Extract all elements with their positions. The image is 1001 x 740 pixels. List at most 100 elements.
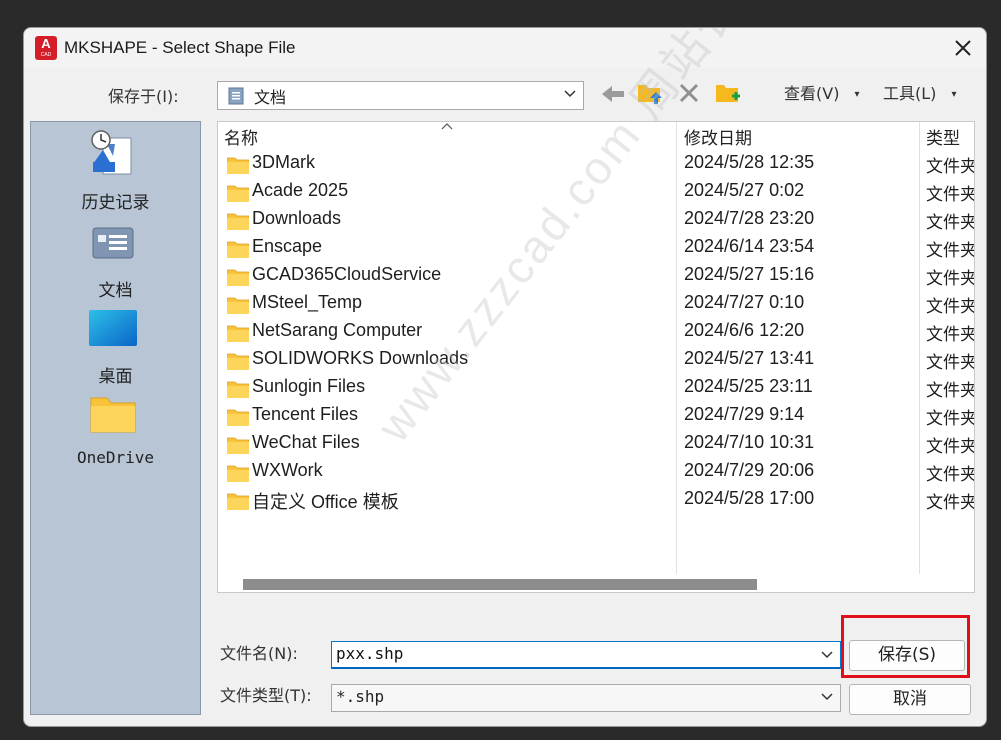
history-icon [91, 130, 132, 175]
file-type: 文件夹 [926, 157, 975, 177]
file-type: 文件夹 [926, 465, 975, 485]
autocad-app-icon: A CAD [35, 36, 57, 60]
file-type: 文件夹 [926, 325, 975, 345]
dropdown-caret-icon: ▾ [854, 89, 860, 100]
column-header-type[interactable]: 类型 [926, 124, 960, 149]
folder-icon [227, 297, 249, 314]
file-date: 2024/7/10 10:31 [684, 432, 815, 452]
place-history-label: 历史记录 [81, 193, 150, 213]
folder-icon [227, 465, 249, 482]
file-row[interactable]: Enscape 2024/6/14 23:54 文件夹 [218, 234, 975, 262]
folder-icon [227, 325, 249, 342]
file-type: 文件夹 [926, 241, 975, 261]
app-icon-letter: A [41, 36, 51, 51]
file-row[interactable]: GCAD365CloudService 2024/5/27 15:16 文件夹 [218, 262, 974, 290]
file-date: 2024/6/6 12:20 [684, 320, 805, 340]
file-row[interactable]: 自定义 Office 模板 2024/5/28 17:00 文件夹 [218, 486, 975, 514]
filename-label: 文件名(N): [220, 644, 298, 663]
file-date: 2024/7/27 0:10 [684, 292, 805, 312]
places-bar: 历史记录 文档 桌面 OneDrive [30, 121, 201, 715]
place-desktop[interactable]: 桌面 [31, 304, 200, 390]
select-shape-file-dialog: A CAD MKSHAPE - Select Shape File 保存于(I)… [23, 27, 987, 727]
file-type: 文件夹 [926, 297, 975, 317]
filename-input[interactable]: pxx.shp [331, 641, 841, 669]
create-new-folder-button[interactable] [714, 80, 742, 106]
folder-icon [227, 269, 249, 286]
file-row[interactable]: WXWork 2024/7/29 20:06 文件夹 [218, 458, 975, 486]
tools-menu-label: 工具(L) [883, 84, 937, 103]
file-row[interactable]: WeChat Files 2024/7/10 10:31 文件夹 [218, 430, 975, 458]
place-desktop-label: 桌面 [98, 367, 133, 387]
close-icon [955, 40, 971, 56]
folder-icon [227, 493, 249, 510]
folder-icon [227, 213, 249, 230]
chevron-down-icon[interactable] [820, 650, 834, 660]
file-row[interactable]: Tencent Files 2024/7/29 9:14 文件夹 [218, 402, 975, 430]
chevron-down-icon [564, 90, 576, 98]
file-name: SOLIDWORKS Downloads [252, 348, 469, 368]
folder-icon [227, 185, 249, 202]
file-type: 文件夹 [926, 493, 975, 513]
delete-icon [679, 83, 699, 103]
dropdown-caret-icon: ▾ [951, 89, 957, 100]
file-name: Sunlogin Files [252, 376, 366, 396]
back-arrow-icon [602, 86, 624, 102]
file-row[interactable]: MSteel_Temp 2024/7/27 0:10 文件夹 [218, 290, 975, 318]
up-folder-icon [638, 85, 662, 104]
onedrive-folder-icon [90, 397, 136, 433]
file-date: 2024/5/28 12:35 [684, 152, 815, 172]
file-name: Downloads [252, 208, 342, 228]
file-row[interactable]: Acade 2025 2024/5/27 0:02 文件夹 [218, 178, 975, 206]
file-row[interactable]: Sunlogin Files 2024/5/25 23:11 文件夹 [218, 374, 975, 402]
file-type: 文件夹 [926, 185, 975, 205]
folder-icon [227, 353, 249, 370]
file-name: Tencent Files [252, 404, 359, 424]
place-history[interactable]: 历史记录 [31, 130, 200, 216]
folder-icon [227, 409, 249, 426]
document-icon [228, 87, 244, 105]
delete-button[interactable] [678, 82, 700, 104]
back-button[interactable] [600, 83, 626, 105]
close-button[interactable] [952, 37, 974, 59]
title-bar: A CAD MKSHAPE - Select Shape File [24, 28, 986, 68]
folder-icon [227, 241, 249, 258]
place-documents-label: 文档 [98, 281, 133, 301]
file-name: 3DMark [252, 152, 316, 172]
window-title: MKSHAPE - Select Shape File [64, 38, 296, 57]
save-in-dropdown[interactable]: 文档 [217, 81, 584, 110]
file-type: 文件夹 [926, 353, 975, 373]
folder-icon [227, 157, 249, 174]
up-one-level-button[interactable] [636, 80, 664, 106]
file-name: NetSarang Computer [252, 320, 423, 340]
file-type: 文件夹 [926, 381, 975, 401]
place-documents[interactable]: 文档 [31, 218, 200, 304]
file-date: 2024/7/28 23:20 [684, 208, 815, 228]
file-row[interactable]: SOLIDWORKS Downloads 2024/5/27 13:41 文件夹 [218, 346, 975, 374]
app-icon-sub: CAD [40, 52, 52, 58]
tools-menu[interactable]: 工具(L) ▾ [883, 80, 957, 104]
horizontal-scrollbar-thumb[interactable] [243, 579, 757, 590]
file-row[interactable]: Downloads 2024/7/28 23:20 文件夹 [218, 206, 975, 234]
column-header-date[interactable]: 修改日期 [684, 124, 752, 149]
file-date: 2024/5/27 0:02 [684, 180, 805, 200]
file-name: Enscape [252, 236, 323, 256]
file-date: 2024/7/29 9:14 [684, 404, 805, 424]
place-onedrive[interactable]: OneDrive [31, 390, 200, 476]
view-menu[interactable]: 查看(V) ▾ [784, 80, 860, 104]
file-row[interactable]: NetSarang Computer 2024/6/6 12:20 文件夹 [218, 318, 975, 346]
chevron-down-icon [821, 693, 833, 701]
file-date: 2024/5/27 15:16 [684, 264, 815, 284]
filetype-dropdown[interactable]: *.shp [331, 684, 841, 712]
file-type: 文件夹 [926, 213, 975, 233]
save-in-label: 保存于(I): [108, 87, 179, 106]
file-date: 2024/5/28 17:00 [684, 488, 815, 508]
file-row[interactable]: 3DMark 2024/5/28 12:35 文件夹 [218, 150, 975, 178]
file-date: 2024/5/25 23:11 [684, 376, 813, 396]
file-type: 文件夹 [926, 437, 975, 457]
file-date: 2024/7/29 20:06 [684, 460, 815, 480]
file-name: Acade 2025 [252, 180, 349, 200]
save-in-value: 文档 [254, 88, 287, 107]
file-type: 文件夹 [926, 409, 975, 429]
cancel-button[interactable]: 取消 [849, 684, 971, 715]
column-header-name[interactable]: 名称 [224, 124, 258, 149]
